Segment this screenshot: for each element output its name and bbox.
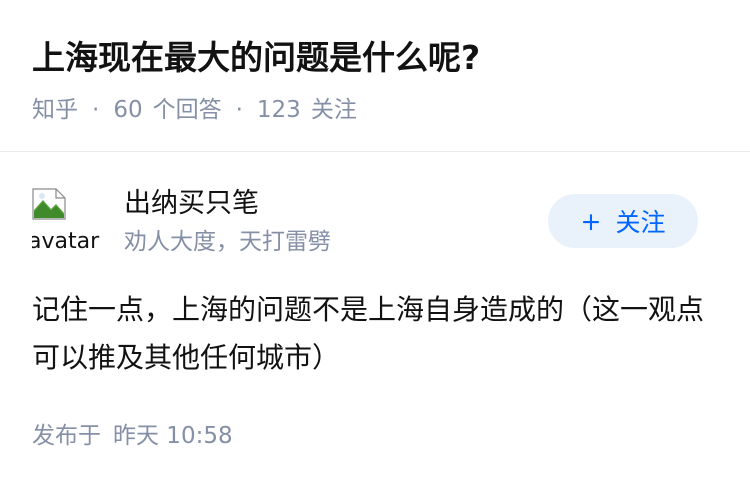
follow-button-label: 关注 (615, 208, 666, 237)
follow-button[interactable]: + 关注 (548, 194, 698, 248)
answer-content[interactable]: 记住一点，上海的问题不是上海自身造成的（这一观点可以推及其他任何城市） (32, 286, 712, 382)
author-bio: 劝人大度，天打雷劈 (124, 229, 331, 255)
follower-count: 123 (256, 97, 301, 123)
source-label[interactable]: 知乎 (32, 94, 78, 126)
broken-image-icon (32, 188, 66, 220)
avatar-alt-text: avatar (32, 229, 100, 254)
question-title[interactable]: 上海现在最大的问题是什么呢? (32, 36, 480, 80)
follower-count-label[interactable]: 关注 (311, 94, 357, 126)
avatar[interactable]: avatar (32, 188, 100, 256)
meta-separator: · (92, 97, 100, 123)
plus-icon: + (580, 206, 602, 236)
answer-count: 60 (113, 97, 143, 123)
published-time[interactable]: 昨天 10:58 (113, 423, 233, 449)
question-meta: 知乎 · 60 个回答 · 123 关注 (32, 94, 357, 126)
meta-separator: · (235, 97, 243, 123)
answer-meta: 发布于 昨天 10:58 (32, 420, 233, 452)
published-label: 发布于 (32, 423, 101, 449)
answer-page: 上海现在最大的问题是什么呢? 知乎 · 60 个回答 · 123 关注 avat… (0, 0, 750, 486)
answer-count-label[interactable]: 个回答 (153, 94, 222, 126)
divider (0, 151, 750, 152)
author-name[interactable]: 出纳买只笔 (124, 186, 259, 222)
